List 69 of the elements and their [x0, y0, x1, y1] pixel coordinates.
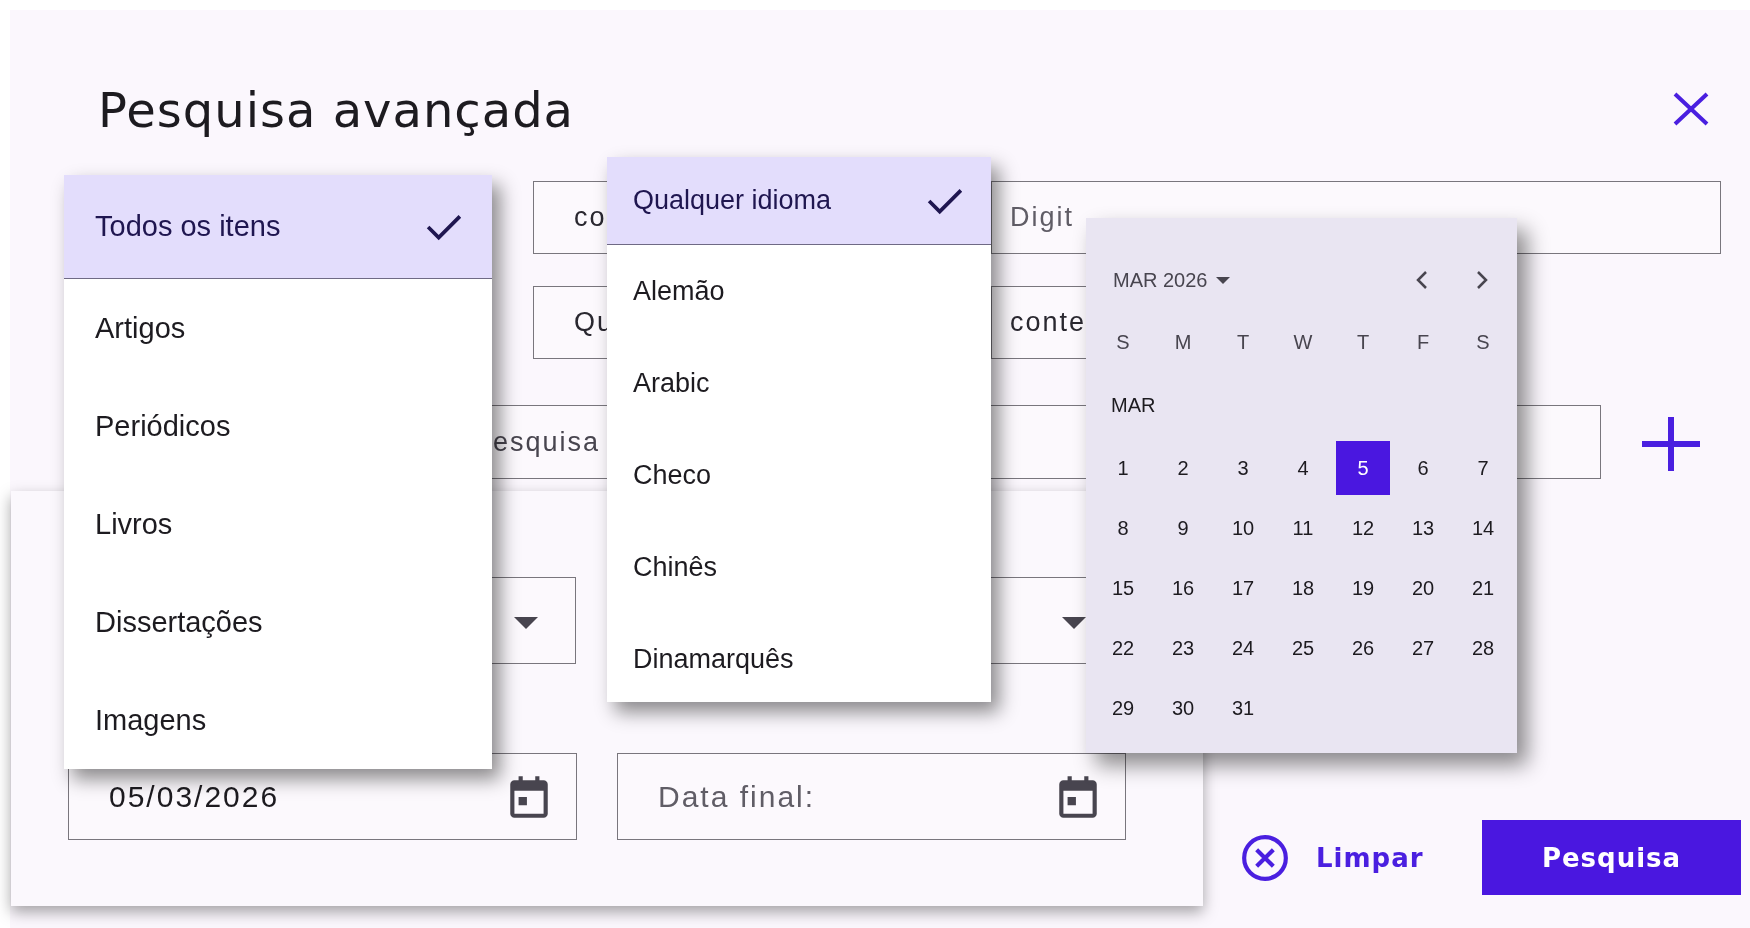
placeholder-text: Digit [1010, 202, 1074, 233]
day-cell[interactable]: 16 [1156, 561, 1210, 615]
caret-icon [514, 617, 538, 629]
weekday-label: S [1476, 330, 1490, 354]
check-icon [426, 212, 462, 241]
day-cell[interactable]: 30 [1156, 681, 1210, 735]
weekday-label: F [1416, 330, 1430, 354]
day-cell[interactable]: 5 [1336, 441, 1390, 495]
day-cell[interactable]: 15 [1096, 561, 1150, 615]
day-cell[interactable]: 7 [1456, 441, 1510, 495]
day-cell[interactable]: 26 [1336, 621, 1390, 675]
month-label: MAR [1110, 392, 1157, 418]
day-cell[interactable]: 13 [1396, 501, 1450, 555]
month-year-button[interactable]: MAR 2026 [1093, 268, 1230, 292]
menu-item[interactable]: Chinês [607, 521, 991, 613]
day-cell[interactable]: 11 [1276, 501, 1330, 555]
day-cell[interactable]: 22 [1096, 621, 1150, 675]
day-cell[interactable]: 8 [1096, 501, 1150, 555]
menu-item[interactable]: Livros [64, 475, 492, 573]
date-value: 05/03/2026 [109, 779, 280, 814]
day-cell[interactable]: 19 [1336, 561, 1390, 615]
day-cell[interactable]: 14 [1456, 501, 1510, 555]
clear-button[interactable]: Limpar [1234, 830, 1430, 886]
plus-icon[interactable] [1640, 415, 1702, 473]
day-cell[interactable]: 4 [1276, 441, 1330, 495]
end-date-field[interactable]: Data final: [617, 753, 1126, 840]
dialog-title: Pesquisa avançada [98, 82, 575, 138]
day-cell[interactable]: 27 [1396, 621, 1450, 675]
menu-item[interactable]: Artigos [64, 279, 492, 377]
day-cell[interactable]: 3 [1216, 441, 1270, 495]
menu-item[interactable]: Periódicos [64, 377, 492, 475]
chevron-right-icon[interactable] [1476, 270, 1488, 290]
placeholder-text: Data final: [658, 779, 816, 814]
menu-item[interactable]: Dissertações [64, 573, 492, 671]
menu-item[interactable]: Qualquer idioma [607, 157, 991, 245]
close-icon[interactable] [1672, 92, 1710, 126]
weekday-label: W [1293, 330, 1313, 354]
weekday-label: T [1356, 330, 1370, 354]
caret-icon [1215, 276, 1230, 284]
weekday-label: M [1174, 330, 1192, 354]
caret-icon [1062, 617, 1086, 629]
weekday-label: S [1116, 330, 1130, 354]
day-cell[interactable]: 23 [1156, 621, 1210, 675]
day-cell[interactable]: 17 [1216, 561, 1270, 615]
check-icon [927, 186, 963, 215]
day-cell[interactable]: 28 [1456, 621, 1510, 675]
day-cell[interactable]: 10 [1216, 501, 1270, 555]
chevron-left-icon[interactable] [1416, 270, 1428, 290]
condition-field[interactable]: conte [991, 286, 1086, 359]
menu-item[interactable]: Alemão [607, 245, 991, 337]
day-cell[interactable]: 21 [1456, 561, 1510, 615]
day-cell[interactable]: 12 [1336, 501, 1390, 555]
menu-item[interactable]: Dinamarquês [607, 613, 991, 702]
menu-item[interactable]: Checo [607, 429, 991, 521]
close-circle-icon [1240, 833, 1290, 883]
day-cell[interactable]: 24 [1216, 621, 1270, 675]
day-cell[interactable]: 9 [1156, 501, 1210, 555]
day-cell[interactable]: 25 [1276, 621, 1330, 675]
menu-item[interactable]: Arabic [607, 337, 991, 429]
day-cell[interactable]: 2 [1156, 441, 1210, 495]
day-cell[interactable]: 18 [1276, 561, 1330, 615]
day-cell[interactable]: 1 [1096, 441, 1150, 495]
search-button[interactable]: Pesquisa [1482, 820, 1741, 895]
weekday-label: T [1236, 330, 1250, 354]
day-cell[interactable]: 31 [1216, 681, 1270, 735]
day-cell[interactable]: 20 [1396, 561, 1450, 615]
menu-item[interactable]: Todos os itens [64, 175, 492, 279]
day-cell[interactable]: 6 [1396, 441, 1450, 495]
day-cell[interactable]: 29 [1096, 681, 1150, 735]
